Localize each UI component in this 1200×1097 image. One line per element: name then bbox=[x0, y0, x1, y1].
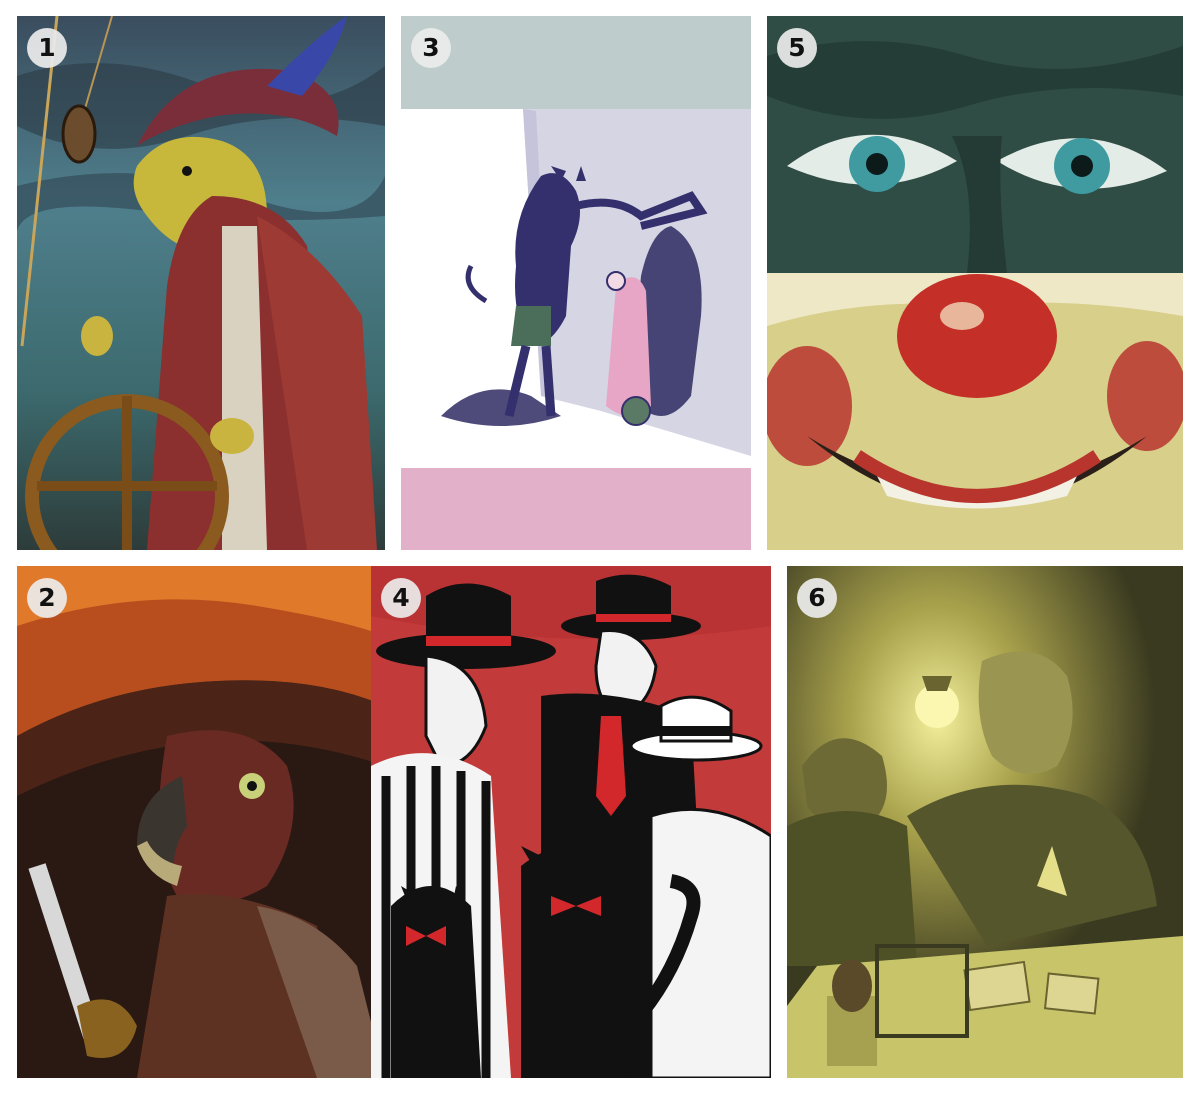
panel-number-badge: 5 bbox=[777, 28, 817, 68]
eel-captain-artwork bbox=[17, 16, 385, 550]
eyes-and-clown-artwork bbox=[767, 16, 1183, 550]
panel-number-badge: 4 bbox=[381, 578, 421, 618]
illustration-men-and-mouse: 6 bbox=[787, 566, 1183, 1078]
panel-number-badge: 2 bbox=[27, 578, 67, 618]
illustration-eel-captain: 1 bbox=[17, 16, 385, 550]
illustration-eyes-and-clown: 5 bbox=[767, 16, 1183, 550]
men-and-mouse-artwork bbox=[787, 566, 1183, 1078]
panel-number-badge: 3 bbox=[411, 28, 451, 68]
panel-number-badge: 6 bbox=[797, 578, 837, 618]
gangsters-and-cats-artwork bbox=[371, 566, 771, 1078]
illustration-wolf-and-girl: 3 bbox=[401, 16, 751, 550]
illustration-parrot-pirate: 2 bbox=[17, 566, 385, 1078]
panel-number-badge: 1 bbox=[27, 28, 67, 68]
parrot-pirate-artwork bbox=[17, 566, 385, 1078]
illustration-gangsters-and-cats: 4 bbox=[371, 566, 771, 1078]
wolf-and-girl-artwork bbox=[401, 16, 751, 550]
